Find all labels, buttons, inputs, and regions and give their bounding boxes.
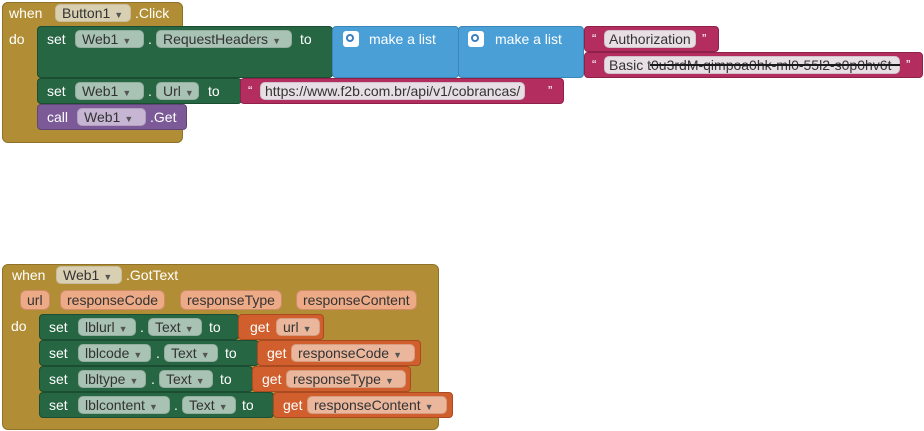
close-quote: ” (548, 83, 553, 98)
method-name: .Get (150, 109, 177, 125)
gear-icon[interactable] (468, 31, 484, 47)
triangle-down-icon: ▼ (302, 324, 312, 334)
param-url[interactable]: url (20, 290, 50, 310)
triangle-down-icon: ▼ (124, 114, 134, 124)
variable-dropdown-responsecontent[interactable]: responseContent ▼ (307, 396, 447, 414)
component-dropdown-button1[interactable]: Button1 ▼ (55, 4, 131, 22)
triangle-down-icon: ▼ (103, 272, 113, 282)
close-quote: ” (702, 31, 707, 46)
when-keyword: when (9, 5, 43, 21)
triangle-down-icon: ▼ (122, 36, 132, 46)
variable-dropdown-url[interactable]: url ▼ (276, 318, 320, 336)
property-dropdown-text[interactable]: Text ▼ (159, 370, 213, 388)
do-keyword: do (11, 318, 27, 334)
to-keyword: to (225, 345, 237, 361)
when-keyword: when (12, 267, 46, 283)
make-a-list-label: make a list (495, 31, 562, 47)
string-field-url[interactable]: https://www.f2b.com.br/api/v1/cobrancas/ (260, 82, 526, 100)
triangle-down-icon: ▼ (393, 350, 402, 360)
set-keyword: set (47, 31, 66, 47)
triangle-down-icon: ▼ (272, 36, 281, 46)
to-keyword: to (208, 83, 220, 99)
triangle-down-icon: ▼ (129, 376, 139, 386)
param-responsetype[interactable]: responseType (180, 290, 282, 310)
open-quote: “ (592, 31, 597, 46)
triangle-down-icon: ▼ (122, 88, 132, 98)
triangle-down-icon: ▼ (424, 402, 434, 412)
component-dropdown-web1[interactable]: Web1 ▼ (75, 82, 144, 100)
triangle-down-icon: ▼ (118, 324, 128, 334)
open-quote: “ (592, 57, 597, 72)
triangle-down-icon: ▼ (133, 350, 143, 360)
variable-dropdown-responsetype[interactable]: responseType ▼ (286, 370, 406, 388)
dot-separator: . (148, 83, 152, 99)
redaction-strike (650, 64, 900, 66)
get-keyword: get (283, 397, 303, 413)
property-dropdown-url[interactable]: Url ▼ (156, 82, 199, 100)
triangle-down-icon: ▼ (184, 88, 194, 98)
call-keyword: call (47, 109, 69, 125)
triangle-down-icon: ▼ (184, 324, 194, 334)
component-dropdown-web1[interactable]: Web1 ▼ (75, 30, 144, 48)
dot-separator: . (148, 31, 152, 47)
triangle-down-icon: ▼ (114, 10, 124, 20)
to-keyword: to (220, 371, 232, 387)
do-keyword: do (9, 31, 25, 47)
param-responsecontent[interactable]: responseContent (296, 290, 417, 310)
component-dropdown-lblurl[interactable]: lblurl ▼ (78, 318, 136, 336)
dot-separator: . (174, 397, 178, 413)
dot-separator: . (140, 319, 144, 335)
get-keyword: get (267, 345, 287, 361)
triangle-down-icon: ▼ (195, 376, 205, 386)
get-keyword: get (262, 371, 282, 387)
component-dropdown-web1[interactable]: Web1 ▼ (56, 266, 122, 284)
event-name: .GotText (126, 267, 179, 283)
component-dropdown-web1[interactable]: Web1 ▼ (77, 108, 146, 126)
dot-separator: . (151, 371, 155, 387)
set-keyword: set (49, 319, 68, 335)
to-keyword: to (300, 31, 312, 47)
property-dropdown-text[interactable]: Text ▼ (182, 396, 236, 414)
set-keyword: set (49, 345, 68, 361)
component-dropdown-lblcode[interactable]: lblcode ▼ (78, 344, 151, 362)
make-a-list-label: make a list (369, 31, 436, 47)
set-keyword: set (49, 397, 68, 413)
component-dropdown-lblcontent[interactable]: lblcontent ▼ (78, 396, 170, 414)
triangle-down-icon: ▼ (218, 402, 228, 412)
close-quote: ” (906, 57, 911, 72)
property-dropdown-text[interactable]: Text ▼ (164, 344, 218, 362)
event-name: .Click (135, 5, 170, 21)
open-quote: “ (248, 83, 253, 98)
triangle-down-icon: ▼ (200, 350, 210, 360)
property-dropdown-requestheaders[interactable]: RequestHeaders ▼ (156, 30, 292, 48)
string-field-authorization[interactable]: Authorization (604, 30, 696, 48)
param-responsecode[interactable]: responseCode (60, 290, 166, 310)
variable-dropdown-responsecode[interactable]: responseCode ▼ (291, 344, 415, 362)
component-dropdown-lbltype[interactable]: lbltype ▼ (78, 370, 146, 388)
to-keyword: to (209, 319, 221, 335)
triangle-down-icon: ▼ (148, 402, 158, 412)
gear-icon[interactable] (343, 31, 359, 47)
property-dropdown-text[interactable]: Text ▼ (148, 318, 202, 336)
set-keyword: set (49, 371, 68, 387)
to-keyword: to (242, 397, 254, 413)
triangle-down-icon: ▼ (384, 376, 394, 386)
dot-separator: . (156, 345, 160, 361)
get-keyword: get (250, 319, 270, 335)
set-keyword: set (47, 83, 66, 99)
